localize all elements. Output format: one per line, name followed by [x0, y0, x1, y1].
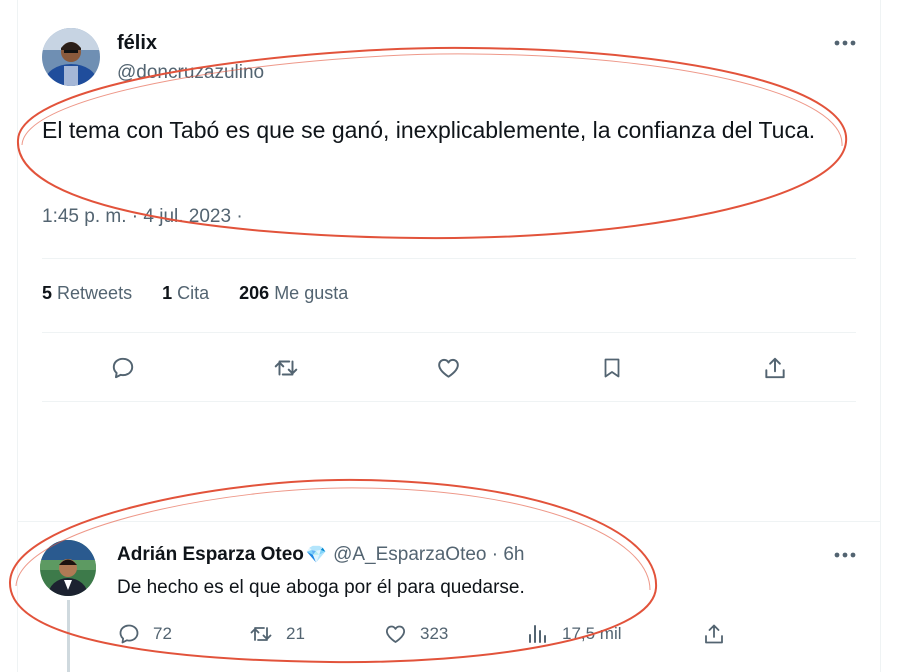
- author-avatar[interactable]: [42, 28, 100, 86]
- author-handle[interactable]: @doncruzazulino: [117, 62, 264, 84]
- retweet-button[interactable]: [272, 355, 300, 381]
- reply-more-options-button[interactable]: [828, 545, 862, 565]
- views-icon: [529, 625, 546, 643]
- reply-views-button[interactable]: 17,5 mil: [526, 622, 622, 646]
- divider: [42, 332, 856, 333]
- divider: [42, 258, 856, 259]
- reply-author-avatar[interactable]: [40, 540, 96, 596]
- retweets-count: 5: [42, 283, 53, 303]
- retweet-count: 21: [286, 624, 305, 643]
- thread-line: [67, 600, 70, 672]
- reply-author-name[interactable]: Adrián Esparza Oteo: [117, 544, 304, 566]
- likes-label: Me gusta: [274, 283, 349, 303]
- reply-retweet-button[interactable]: 21: [248, 622, 305, 646]
- reply-icon: [119, 624, 139, 644]
- retweet-icon: [274, 360, 298, 376]
- share-button[interactable]: [762, 354, 788, 382]
- retweet-icon: [250, 627, 272, 641]
- views-count: 17,5 mil: [562, 624, 622, 643]
- reply-author[interactable]: Adrián Esparza Oteo 💎 @A_EsparzaOteo · 6…: [117, 544, 525, 566]
- annotation-ellipse-reply-stroke2: [15, 487, 651, 591]
- avatar-photo: [42, 28, 100, 86]
- divider: [17, 521, 881, 522]
- reply-button[interactable]: [110, 355, 136, 381]
- reply-author-handle[interactable]: @A_EsparzaOteo · 6h: [333, 544, 524, 566]
- reply-icon: [112, 357, 134, 379]
- bookmark-button[interactable]: [600, 355, 624, 381]
- like-icon: [386, 625, 405, 643]
- reply-share-button[interactable]: [702, 621, 726, 647]
- reply-avatar-photo: [40, 540, 96, 596]
- tweet-timestamp[interactable]: 1:45 p. m. · 4 jul. 2023 ·: [42, 206, 243, 228]
- more-options-button[interactable]: [828, 33, 862, 53]
- reply-like-button[interactable]: 323: [383, 622, 448, 646]
- more-icon: [834, 40, 856, 46]
- bookmark-icon: [604, 358, 620, 378]
- author-name[interactable]: félix: [117, 32, 157, 55]
- tweet-stats: 5 Retweets 1 Cita 206 Me gusta: [42, 283, 348, 304]
- quotes-count: 1: [162, 283, 173, 303]
- likes-stat[interactable]: 206 Me gusta: [239, 283, 348, 304]
- divider: [42, 401, 856, 402]
- quotes-label: Cita: [177, 283, 210, 303]
- like-button[interactable]: [435, 355, 462, 381]
- more-icon: [834, 552, 856, 558]
- like-icon: [438, 358, 459, 378]
- reply-text: De hecho es el que aboga por él para que…: [117, 577, 525, 598]
- reply-reply-button[interactable]: 72: [117, 622, 172, 646]
- retweets-label: Retweets: [57, 283, 133, 303]
- likes-count: 206: [239, 283, 270, 303]
- share-icon: [765, 357, 785, 379]
- like-count: 323: [420, 624, 449, 643]
- verified-badge-icon: 💎: [305, 545, 328, 564]
- annotation-overlay: [8, 46, 848, 664]
- quotes-stat[interactable]: 1 Cita: [162, 283, 209, 304]
- reply-count: 72: [153, 624, 172, 643]
- share-icon: [705, 624, 723, 644]
- column-border-right: [880, 0, 881, 672]
- column-border-left: [17, 0, 18, 672]
- tweet-text: El tema con Tabó es que se ganó, inexpli…: [42, 117, 816, 143]
- retweets-stat[interactable]: 5 Retweets: [42, 283, 132, 304]
